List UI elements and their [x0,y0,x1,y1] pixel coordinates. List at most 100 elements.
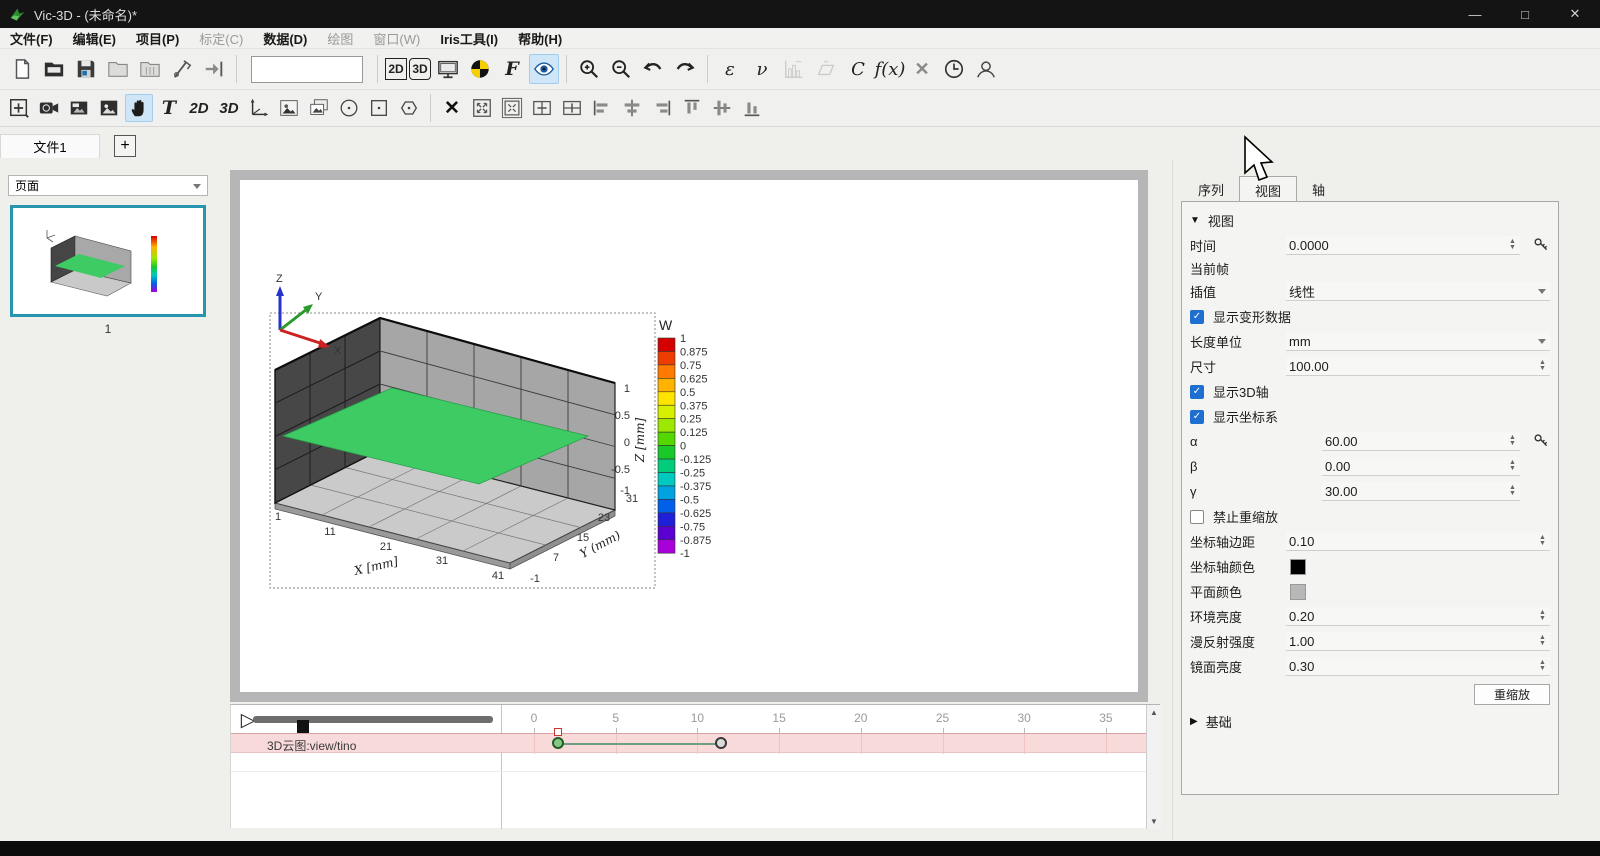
menu-iris-tools[interactable]: Iris工具(I) [430,27,508,50]
close-icon[interactable]: ✕ [1550,0,1600,28]
insert-image-icon[interactable] [275,94,303,122]
diffuse-spinner[interactable]: ▲▼ [1536,632,1549,650]
align-bottom-icon[interactable] [738,94,766,122]
calibration-target-icon[interactable] [465,54,495,84]
beta-input[interactable]: 0.00 ▲▼ [1322,457,1520,476]
histogram-icon[interactable] [779,54,809,84]
length-unit-dropdown[interactable]: mm [1286,332,1550,351]
menu-data[interactable]: 数据(D) [253,27,317,50]
3d-surface-plot[interactable]: Z Y X 111213141 -17152331 10.50-0.5-1 X … [250,268,730,598]
image-icon[interactable] [95,94,123,122]
export-icon[interactable] [199,54,229,84]
minimize-icon[interactable]: — [1450,0,1500,28]
plot-track-row[interactable]: 3D云图:view/tino [231,733,1161,753]
3d-view-icon[interactable]: 3D [409,58,431,80]
tab-axis[interactable]: 轴 [1297,176,1340,202]
gamma-input[interactable]: 30.00 ▲▼ [1322,482,1520,501]
text-tool-icon[interactable]: T [155,94,183,122]
plane-color-swatch[interactable] [1290,584,1306,600]
menu-project[interactable]: 项目(P) [126,27,189,50]
size-input[interactable]: 100.00 ▲▼ [1286,357,1550,376]
font-icon[interactable]: F [497,54,527,84]
clock-icon[interactable] [939,54,969,84]
no-rescale-row[interactable]: 禁止重缩放 [1190,504,1550,529]
align-top-icon[interactable] [678,94,706,122]
zoom-in-icon[interactable] [574,54,604,84]
new-file-icon[interactable] [7,54,37,84]
basic-section-header[interactable]: ▶ 基础 [1190,709,1550,734]
rescale-button[interactable]: 重缩放 [1474,684,1550,705]
menu-file[interactable]: 文件(F) [0,27,63,50]
menu-edit[interactable]: 编辑(E) [63,27,126,50]
center-horizontal-icon[interactable] [528,94,556,122]
person-icon[interactable] [971,54,1001,84]
align-right-icon[interactable] [648,94,676,122]
keyframe-marker[interactable] [554,728,562,736]
quick-input[interactable] [251,56,363,83]
keyframe-key-icon[interactable] [1533,432,1550,452]
zoom-out-icon[interactable] [606,54,636,84]
screen-icon[interactable] [433,54,463,84]
alpha-input[interactable]: 60.00 ▲▼ [1322,432,1520,451]
scroll-down-icon[interactable]: ▼ [1150,817,1158,826]
show-3d-axes-row[interactable]: ✓ 显示3D轴 [1190,379,1550,404]
show-coord-row[interactable]: ✓ 显示坐标系 [1190,404,1550,429]
2d-view-icon[interactable]: 2D [385,58,407,80]
velocity-nu-icon[interactable]: ν [747,54,777,84]
diffuse-input[interactable]: 1.00 ▲▼ [1286,632,1550,651]
project-folder-icon[interactable] [135,54,165,84]
2d-plot-icon[interactable]: 2D [185,94,213,122]
add-plot-icon[interactable] [5,94,33,122]
interpolation-dropdown[interactable]: 线性 [1286,282,1550,301]
no-rescale-checkbox[interactable] [1190,510,1204,524]
timeline-scrollbar[interactable]: ▲ ▼ [1146,705,1161,829]
extract-plane-icon[interactable] [811,54,841,84]
caliper-icon[interactable] [167,54,197,84]
show-deformed-checkbox[interactable]: ✓ [1190,310,1204,324]
ambient-input[interactable]: 0.20 ▲▼ [1286,607,1550,626]
remove-data-icon[interactable]: ✕ [907,54,937,84]
ambient-spinner[interactable]: ▲▼ [1536,607,1549,625]
show-deformed-row[interactable]: ✓ 显示变形数据 [1190,304,1550,329]
menu-help[interactable]: 帮助(H) [508,27,572,50]
page-thumbnail[interactable] [10,205,206,317]
keyframe-key-icon[interactable] [1533,236,1550,256]
hexagon-marker-icon[interactable] [395,94,423,122]
visibility-eye-icon[interactable] [529,54,559,84]
axes-icon[interactable] [245,94,273,122]
align-center-icon[interactable] [618,94,646,122]
axis-color-swatch[interactable] [1290,559,1306,575]
open-folder-icon[interactable] [103,54,133,84]
strain-epsilon-icon[interactable]: ε [715,54,745,84]
timeline-slider[interactable] [253,716,493,723]
3d-plot-icon[interactable]: 3D [215,94,243,122]
redo-icon[interactable] [670,54,700,84]
open-project-icon[interactable] [39,54,69,84]
range-end-handle[interactable] [715,737,727,749]
size-spinner[interactable]: ▲▼ [1536,357,1549,375]
show-3d-axes-checkbox[interactable]: ✓ [1190,385,1204,399]
time-input[interactable]: 0.0000 ▲▼ [1286,236,1520,255]
video-icon[interactable] [35,94,63,122]
range-start-handle[interactable] [552,737,564,749]
specular-input[interactable]: 0.30 ▲▼ [1286,657,1550,676]
tab-sequence[interactable]: 序列 [1183,176,1239,202]
export-image-icon[interactable] [65,94,93,122]
pan-hand-icon[interactable] [125,94,153,122]
specular-spinner[interactable]: ▲▼ [1536,657,1549,675]
gamma-spinner[interactable]: ▲▼ [1506,482,1519,500]
page-selector-dropdown[interactable]: 页面 [8,175,208,196]
fit-page-icon[interactable] [498,94,526,122]
maximize-icon[interactable]: □ [1500,0,1550,28]
axis-margin-spinner[interactable]: ▲▼ [1536,532,1549,550]
undo-icon[interactable] [638,54,668,84]
center-vertical-icon[interactable] [558,94,586,122]
time-spinner[interactable]: ▲▼ [1506,236,1519,254]
scroll-up-icon[interactable]: ▲ [1150,708,1158,717]
square-marker-icon[interactable] [365,94,393,122]
view-section-header[interactable]: ▼ 视图 [1190,208,1550,233]
beta-spinner[interactable]: ▲▼ [1506,457,1519,475]
fit-view-icon[interactable] [468,94,496,122]
copy-images-icon[interactable] [305,94,333,122]
delete-icon[interactable]: ✕ [438,94,466,122]
